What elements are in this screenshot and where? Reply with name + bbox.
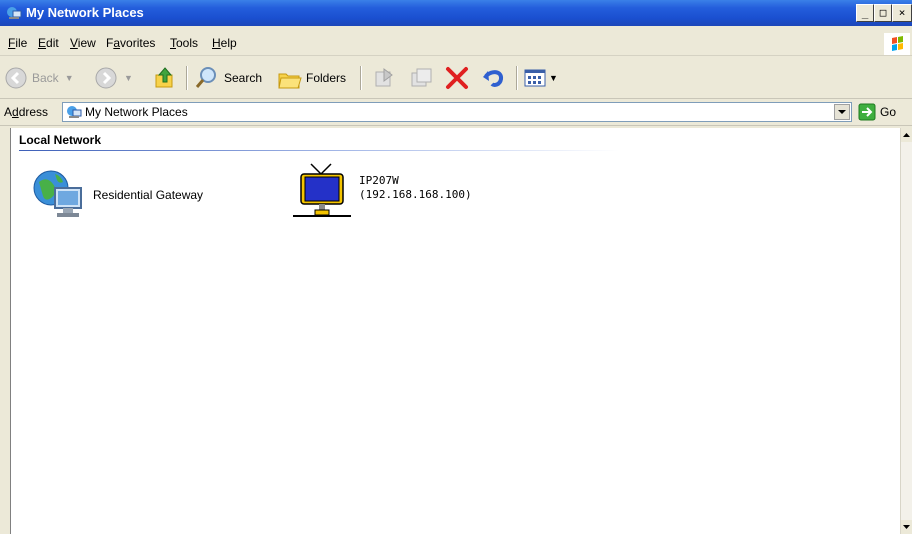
- scroll-up-button[interactable]: [901, 128, 912, 142]
- move-to-icon: [375, 68, 393, 87]
- menu-help[interactable]: Help: [212, 36, 237, 50]
- menu-view[interactable]: View: [70, 36, 96, 50]
- ip207w-address: (192.168.168.100): [359, 188, 472, 201]
- residential-gateway-label: Residential Gateway: [93, 188, 204, 202]
- address-bar: Address My Network Places Go: [0, 100, 912, 126]
- menu-tools-label: ools: [176, 36, 199, 50]
- folders-icon: [278, 73, 302, 89]
- copy-to-button[interactable]: [408, 58, 434, 98]
- network-places-icon: [7, 7, 22, 19]
- menu-file-label: ile: [15, 36, 28, 50]
- back-button[interactable]: Back ▼: [4, 58, 74, 98]
- address-label: Address: [4, 105, 48, 119]
- up-button[interactable]: [152, 58, 178, 98]
- menu-favorites[interactable]: Favorites: [106, 36, 155, 50]
- back-dropdown-icon[interactable]: ▼: [65, 73, 74, 83]
- folders-button[interactable]: Folders: [276, 58, 346, 98]
- go-arrow-icon: [858, 103, 876, 121]
- search-icon: [195, 67, 216, 88]
- address-dropdown-button[interactable]: [834, 104, 850, 120]
- windows-flag-icon: [892, 36, 903, 51]
- windows-logo: [884, 33, 910, 55]
- chevron-down-icon: [838, 110, 846, 114]
- menu-edit-label: dit: [46, 36, 59, 50]
- undo-button[interactable]: [480, 58, 506, 98]
- address-label-pre: A: [4, 105, 13, 119]
- forward-dropdown-icon[interactable]: ▼: [124, 73, 133, 83]
- views-button[interactable]: ▼: [524, 58, 558, 98]
- address-input[interactable]: My Network Places: [62, 102, 852, 122]
- search-button[interactable]: Search: [194, 58, 262, 98]
- menu-view-label: iew: [77, 36, 96, 50]
- menu-file[interactable]: File: [8, 36, 27, 50]
- window-title: My Network Places: [26, 5, 144, 20]
- copy-to-icon: [411, 68, 432, 87]
- group-header-local-network: Local Network: [19, 133, 102, 147]
- go-button[interactable]: Go: [858, 103, 896, 121]
- back-label: Back: [32, 71, 59, 85]
- undo-icon: [483, 70, 504, 87]
- tv-camera-icon: [293, 163, 351, 217]
- gateway-globe-icon: [33, 170, 82, 217]
- file-list-pane[interactable]: Local Network Residential Gateway IP207W…: [10, 128, 901, 534]
- delete-button[interactable]: [444, 58, 470, 98]
- up-folder-icon: [155, 67, 173, 88]
- back-arrow-icon: [5, 67, 27, 89]
- scroll-down-button[interactable]: [901, 520, 912, 534]
- menu-help-accel: H: [212, 36, 221, 50]
- network-places-icon: [67, 106, 82, 118]
- forward-arrow-icon: [95, 67, 117, 89]
- forward-button[interactable]: ▼: [94, 58, 133, 98]
- go-label: Go: [880, 105, 897, 119]
- menu-tools[interactable]: Tools: [170, 36, 198, 50]
- menu-help-label: elp: [220, 36, 237, 50]
- menu-favorites-label: vorites: [120, 36, 156, 50]
- menu-edit-accel: E: [38, 36, 47, 50]
- folders-label: Folders: [306, 71, 347, 85]
- move-to-button[interactable]: [372, 58, 398, 98]
- network-item-ip207w[interactable]: IP207W (192.168.168.100): [291, 162, 511, 226]
- delete-x-icon: [446, 67, 468, 89]
- ip207w-name: IP207W: [359, 174, 399, 187]
- scroll-thumb[interactable]: [901, 150, 912, 510]
- menu-bar: File Edit View Favorites Tools Help: [0, 33, 912, 56]
- search-label: Search: [224, 71, 263, 85]
- minimize-button[interactable]: _: [856, 4, 874, 22]
- views-dropdown-icon[interactable]: ▼: [549, 73, 558, 83]
- address-label-rest: dress: [18, 105, 49, 119]
- title-bar[interactable]: My Network Places _ □ ×: [0, 0, 912, 26]
- vertical-scrollbar[interactable]: [900, 128, 912, 534]
- menu-edit[interactable]: Edit: [38, 36, 59, 50]
- group-divider: [19, 150, 619, 151]
- standard-toolbar: Back ▼ ▼ Search Folders ▼: [0, 58, 912, 99]
- chevron-up-icon: [903, 133, 910, 137]
- views-icon: [524, 69, 546, 87]
- explorer-window: My Network Places _ □ × File Edit View F…: [0, 0, 912, 534]
- network-item-residential-gateway[interactable]: Residential Gateway: [31, 166, 241, 226]
- maximize-button[interactable]: □: [874, 4, 892, 22]
- address-label-accel: d: [12, 105, 19, 119]
- close-button[interactable]: ×: [892, 4, 912, 22]
- chevron-down-icon: [903, 525, 910, 529]
- address-value: My Network Places: [85, 105, 188, 119]
- menu-view-accel: V: [70, 36, 78, 50]
